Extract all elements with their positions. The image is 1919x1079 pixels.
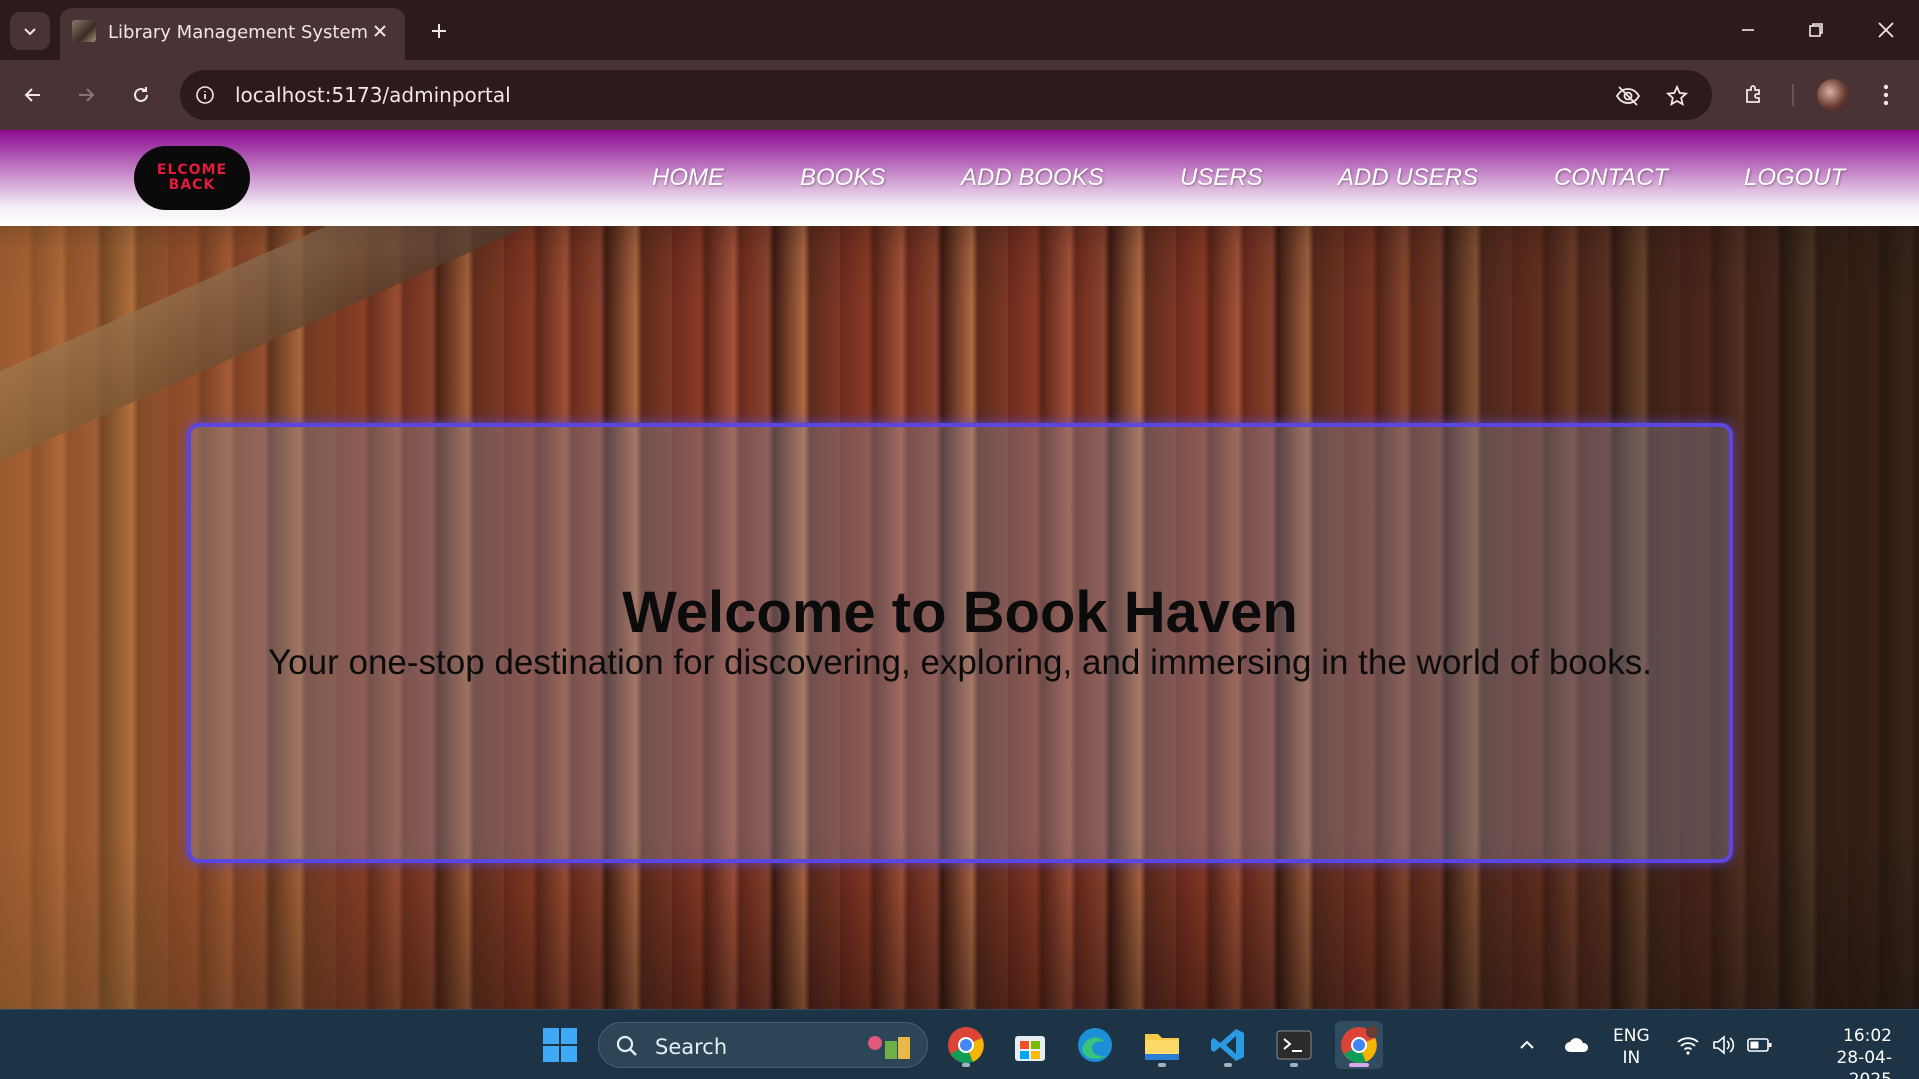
taskbar-terminal-app[interactable] [1270, 1021, 1318, 1069]
profile-avatar[interactable] [1817, 79, 1849, 111]
site-info-icon[interactable] [192, 82, 218, 108]
volume-icon[interactable] [1709, 1030, 1739, 1060]
address-bar[interactable]: localhost:5173/adminportal [180, 70, 1712, 120]
taskbar-file-explorer-app[interactable] [1138, 1021, 1186, 1069]
app-running-indicator [1224, 1063, 1232, 1067]
minimize-icon [1742, 29, 1754, 31]
nav-add-users-link[interactable]: ADD USERS [1338, 164, 1478, 192]
tab-close-button[interactable] [367, 18, 393, 44]
taskbar-vscode-app[interactable] [1204, 1021, 1252, 1069]
nav-users-link[interactable]: USERS [1180, 164, 1263, 192]
tab-title: Library Management System [108, 22, 369, 43]
more-options-kebab-icon[interactable] [1868, 77, 1904, 113]
restore-button[interactable] [1796, 12, 1836, 48]
show-hidden-icons-chevron-up-icon[interactable] [1512, 1030, 1542, 1060]
extensions-puzzle-icon[interactable] [1736, 77, 1772, 113]
microsoft-store-icon [1015, 1036, 1045, 1061]
arrow-right-icon [79, 88, 95, 102]
tab-favicon-icon [72, 20, 96, 42]
back-button[interactable] [15, 77, 51, 113]
reload-button[interactable] [123, 77, 159, 113]
system-clock[interactable]: 16:02 28-04-2025 [1796, 1025, 1892, 1079]
start-button[interactable] [536, 1021, 584, 1069]
minimize-button[interactable] [1728, 12, 1768, 48]
nav-home-link[interactable]: HOME [652, 164, 724, 192]
tab-search-button[interactable] [10, 12, 50, 50]
clock-date: 28-04-2025 [1836, 1048, 1892, 1079]
language-indicator[interactable]: ENG IN [1613, 1025, 1650, 1069]
chrome-icon [1341, 1026, 1378, 1064]
welcome-title: Welcome to Book Haven [622, 580, 1298, 645]
logo-text-line1: ELCOME [156, 162, 228, 178]
nav-add-books-link[interactable]: ADD BOOKS [961, 164, 1104, 192]
app-active-indicator [1349, 1063, 1369, 1067]
chevron-down-icon [24, 28, 36, 36]
close-icon [374, 25, 386, 37]
reload-icon [134, 87, 148, 102]
site-navbar: ELCOME BACK HOME BOOKS ADD BOOKS USERS A… [0, 130, 1919, 226]
region-code: IN [1622, 1048, 1641, 1068]
taskbar-edge-app[interactable] [1071, 1021, 1119, 1069]
battery-icon[interactable] [1745, 1030, 1775, 1060]
language-code: ENG [1613, 1026, 1650, 1046]
close-window-button[interactable] [1866, 12, 1906, 48]
app-running-indicator [962, 1063, 970, 1067]
eye-off-icon[interactable] [1613, 81, 1643, 111]
plus-icon [432, 24, 446, 38]
browser-toolbar: localhost:5173/adminportal [0, 60, 1919, 130]
welcome-subtitle: Your one-stop destination for discoverin… [268, 643, 1652, 682]
browser-tab-bar: Library Management System [0, 0, 1919, 60]
nav-contact-link[interactable]: CONTACT [1554, 164, 1668, 192]
clock-time: 16:02 [1843, 1026, 1892, 1046]
logo-text-line2: BACK [168, 177, 216, 193]
nav-books-link[interactable]: BOOKS [800, 164, 885, 192]
toolbar-divider [1792, 84, 1794, 106]
taskbar-chrome-app[interactable] [942, 1021, 990, 1069]
edge-icon [1078, 1028, 1112, 1062]
logo-text: ELCOME BACK [157, 163, 227, 193]
windows-taskbar: Search ENG IN 16:02 28-04- [0, 1009, 1919, 1079]
taskbar-store-app[interactable] [1006, 1021, 1054, 1069]
webpage-viewport: ELCOME BACK HOME BOOKS ADD BOOKS USERS A… [0, 130, 1919, 1009]
windows-logo-icon [543, 1028, 577, 1062]
wifi-icon[interactable] [1673, 1030, 1703, 1060]
arrow-left-icon [24, 88, 40, 102]
taskbar-chrome-profile-app[interactable] [1335, 1021, 1383, 1069]
restore-icon [1809, 23, 1823, 37]
browser-tab-active[interactable]: Library Management System [60, 8, 405, 60]
site-logo[interactable]: ELCOME BACK [134, 146, 250, 210]
nav-logout-link[interactable]: LOGOUT [1744, 164, 1845, 192]
url-text[interactable]: localhost:5173/adminportal [235, 83, 511, 107]
new-tab-button[interactable] [422, 14, 456, 48]
folder-icon [1145, 1034, 1179, 1060]
terminal-icon [1276, 1030, 1312, 1060]
onedrive-cloud-icon[interactable] [1562, 1030, 1592, 1060]
search-highlight-icon [868, 1036, 910, 1059]
app-running-indicator [1158, 1063, 1166, 1067]
forward-button[interactable] [68, 77, 104, 113]
bookmark-star-icon[interactable] [1662, 81, 1692, 111]
close-icon [1878, 22, 1894, 38]
app-running-indicator [1290, 1063, 1298, 1067]
taskbar-search-box[interactable]: Search [598, 1022, 928, 1068]
search-icon [616, 1035, 637, 1056]
chrome-icon [948, 1027, 984, 1064]
welcome-panel: Welcome to Book Haven Your one-stop dest… [187, 423, 1733, 863]
vscode-icon [1211, 1029, 1244, 1061]
search-placeholder: Search [655, 1035, 728, 1059]
